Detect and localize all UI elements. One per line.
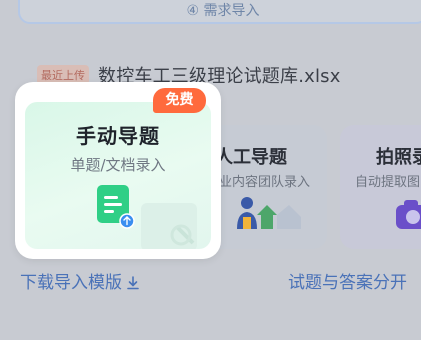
top-import-label: ④ 需求导入	[186, 3, 260, 19]
download-template-link[interactable]: 下载导入模版	[20, 268, 140, 293]
manual-import-card-body: 手动导题 单题/文档录入	[25, 102, 211, 249]
split-answers-link[interactable]: 试题与答案分开	[288, 268, 407, 293]
human-import-subtitle: 专业内容团队录入	[206, 175, 311, 190]
top-import-card[interactable]: ④ 需求导入	[18, 0, 421, 24]
document-icon	[97, 185, 197, 249]
team-icon	[237, 197, 301, 229]
human-import-title: 人工导题	[215, 147, 287, 168]
photo-import-card[interactable]: 拍照录 自动提取图	[340, 125, 421, 249]
camera-icon	[396, 200, 421, 229]
photo-import-subtitle: 自动提取图	[355, 175, 421, 190]
download-icon	[127, 276, 139, 290]
manual-import-subtitle: 单题/文档录入	[70, 156, 166, 174]
human-import-card[interactable]: 人工导题 专业内容团队录入	[205, 125, 327, 249]
photo-import-title: 拍照录	[376, 147, 421, 168]
free-badge: 免费	[153, 88, 206, 113]
manual-import-title: 手动导题	[76, 124, 160, 148]
download-template-label: 下载导入模版	[20, 273, 122, 293]
